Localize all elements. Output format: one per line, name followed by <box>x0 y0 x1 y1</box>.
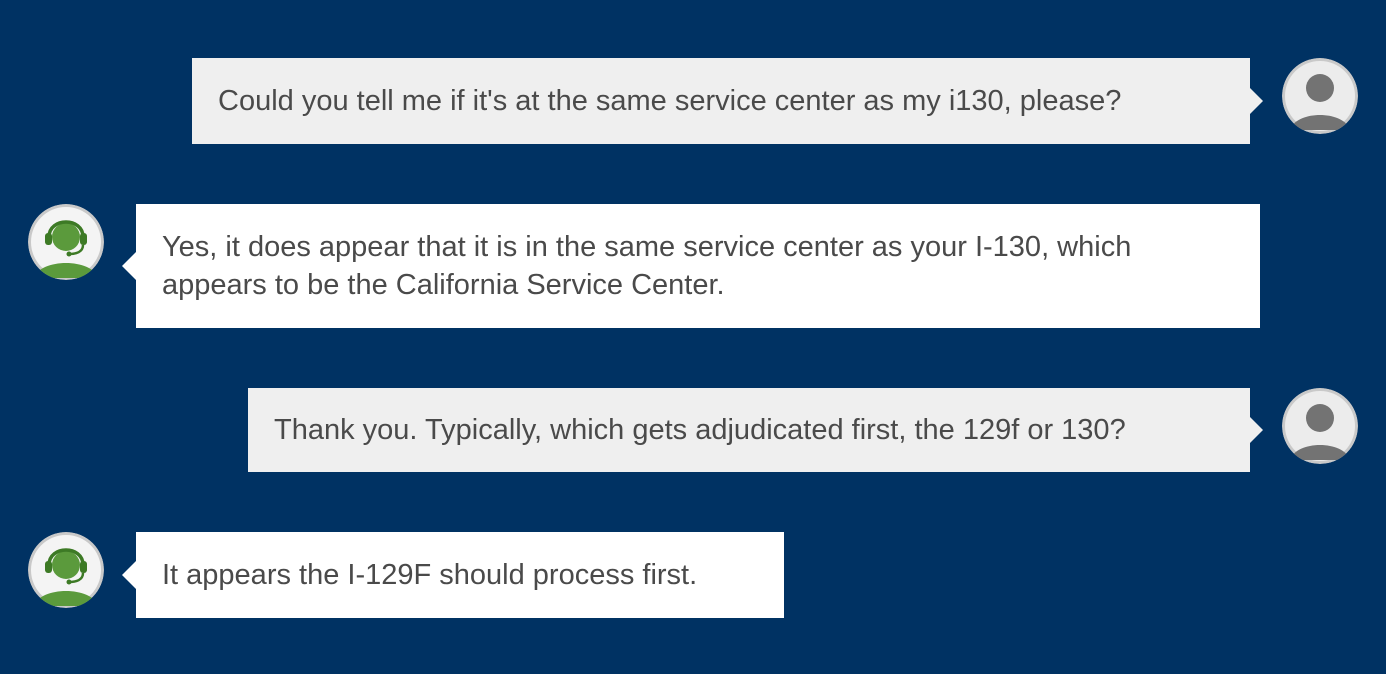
message-text: Could you tell me if it's at the same se… <box>218 85 1122 117</box>
support-agent-headset-icon <box>28 532 104 608</box>
user-message-bubble: Thank you. Typically, which gets adjudic… <box>248 388 1263 472</box>
message-text: Yes, it does appear that it is in the sa… <box>162 231 1132 301</box>
user-avatar-icon <box>1282 58 1358 134</box>
support-agent-headset-icon <box>28 204 104 280</box>
message-text: Thank you. Typically, which gets adjudic… <box>274 414 1126 446</box>
agent-message-bubble: Yes, it does appear that it is in the sa… <box>122 204 1260 328</box>
message-text: It appears the I-129F should process fir… <box>162 559 698 591</box>
agent-message-bubble: It appears the I-129F should process fir… <box>122 532 784 618</box>
user-message-bubble: Could you tell me if it's at the same se… <box>192 58 1263 144</box>
user-avatar-icon <box>1282 388 1358 464</box>
